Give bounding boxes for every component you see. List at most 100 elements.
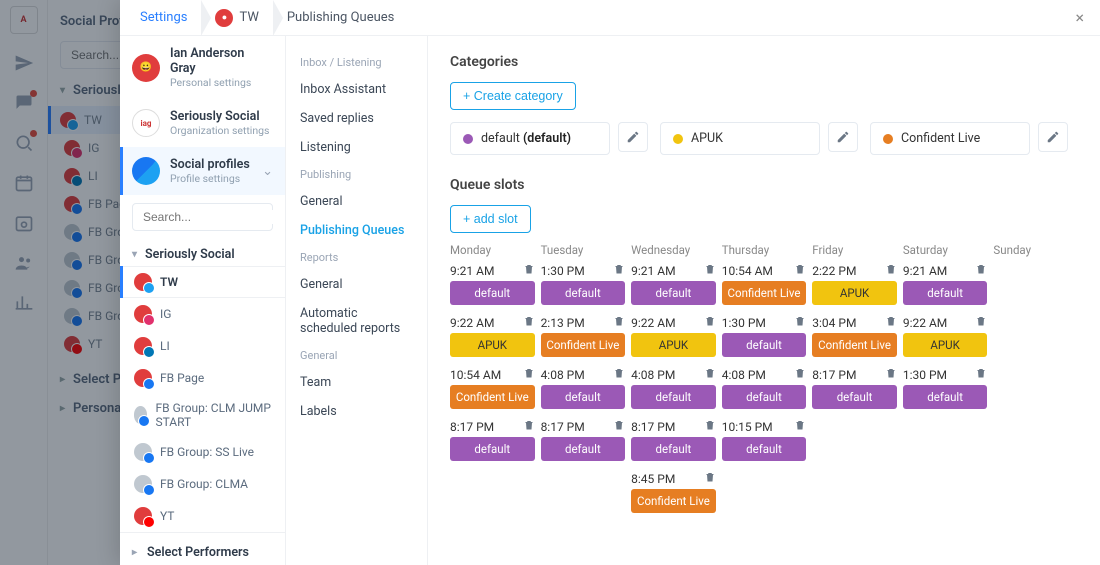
delete-slot-button[interactable] (704, 471, 716, 486)
delete-slot-button[interactable] (975, 315, 987, 330)
queue-slot[interactable]: 10:15 PMdefault (722, 419, 807, 461)
delete-slot-button[interactable] (885, 315, 897, 330)
queue-slot[interactable]: 9:21 AMdefault (450, 263, 535, 305)
profile-item-yt[interactable]: YT (120, 500, 285, 532)
slot-category-pill[interactable]: Confident Live (631, 489, 716, 513)
queue-slot[interactable]: 9:22 AMAPUK (631, 315, 716, 357)
delete-slot-button[interactable] (794, 419, 806, 434)
slot-category-pill[interactable]: default (631, 281, 716, 305)
subnav-item[interactable]: General (294, 187, 419, 216)
profile-item-fbg[interactable]: FB Group: CLM JUMP START (120, 394, 285, 436)
profiles-search[interactable] (132, 203, 273, 231)
category-chip[interactable]: APUK (660, 122, 820, 155)
profile-item-fb[interactable]: FB Page (120, 362, 285, 394)
settings-personal-row[interactable]: 😀 Ian Anderson Gray Personal settings (120, 36, 285, 99)
slot-category-pill[interactable]: APUK (812, 281, 897, 305)
close-icon[interactable]: × (1071, 4, 1088, 31)
delete-slot-button[interactable] (704, 367, 716, 382)
delete-slot-button[interactable] (885, 263, 897, 278)
profiles-group-toggle[interactable]: ▾Seriously Social (120, 239, 285, 266)
slot-category-pill[interactable]: APUK (903, 333, 988, 357)
delete-slot-button[interactable] (523, 367, 535, 382)
slot-category-pill[interactable]: default (541, 385, 626, 409)
slot-category-pill[interactable]: default (450, 281, 535, 305)
delete-slot-button[interactable] (704, 263, 716, 278)
delete-slot-button[interactable] (794, 263, 806, 278)
breadcrumb-profile[interactable]: ● TW (215, 0, 272, 35)
delete-slot-button[interactable] (704, 315, 716, 330)
queue-slot[interactable]: 9:22 AMAPUK (903, 315, 988, 357)
queue-slot[interactable]: 9:21 AMdefault (631, 263, 716, 305)
delete-slot-button[interactable] (885, 367, 897, 382)
delete-slot-button[interactable] (523, 315, 535, 330)
slot-category-pill[interactable]: default (631, 385, 716, 409)
edit-category-button[interactable] (828, 122, 858, 152)
queue-slot[interactable]: 4:08 PMdefault (722, 367, 807, 409)
slot-category-pill[interactable]: default (722, 437, 807, 461)
queue-slot[interactable]: 1:30 PMdefault (903, 367, 988, 409)
delete-slot-button[interactable] (794, 315, 806, 330)
subnav-item[interactable]: Saved replies (294, 104, 419, 133)
queue-slot[interactable]: 8:17 PMdefault (812, 367, 897, 409)
queue-slot[interactable]: 3:04 PMConfident Live (812, 315, 897, 357)
slot-category-pill[interactable]: default (541, 437, 626, 461)
slot-category-pill[interactable]: default (541, 281, 626, 305)
slot-category-pill[interactable]: Confident Live (722, 281, 807, 305)
slot-category-pill[interactable]: default (903, 385, 988, 409)
queue-slot[interactable]: 9:21 AMdefault (903, 263, 988, 305)
create-category-button[interactable]: + Create category (450, 82, 576, 110)
delete-slot-button[interactable] (794, 367, 806, 382)
slot-category-pill[interactable]: APUK (450, 333, 535, 357)
edit-category-button[interactable] (618, 122, 648, 152)
slot-category-pill[interactable]: Confident Live (541, 333, 626, 357)
delete-slot-button[interactable] (613, 315, 625, 330)
slot-category-pill[interactable]: default (631, 437, 716, 461)
select-performers-toggle[interactable]: ▸Select Performers (120, 532, 285, 565)
queue-slot[interactable]: 8:17 PMdefault (631, 419, 716, 461)
slot-category-pill[interactable]: Confident Live (450, 385, 535, 409)
queue-slot[interactable]: 10:54 AMConfident Live (450, 367, 535, 409)
slot-category-pill[interactable]: default (722, 385, 807, 409)
subnav-item[interactable]: Team (294, 368, 419, 397)
edit-category-button[interactable] (1038, 122, 1068, 152)
profile-item-fbg[interactable]: FB Group: SS Live (120, 436, 285, 468)
subnav-item[interactable]: Listening (294, 133, 419, 162)
category-chip[interactable]: default (default) (450, 122, 610, 155)
profile-item-ig[interactable]: IG (120, 298, 285, 330)
slot-category-pill[interactable]: Confident Live (812, 333, 897, 357)
slot-category-pill[interactable]: default (450, 437, 535, 461)
delete-slot-button[interactable] (975, 367, 987, 382)
queue-slot[interactable]: 9:22 AMAPUK (450, 315, 535, 357)
profile-item-li[interactable]: LI (120, 330, 285, 362)
delete-slot-button[interactable] (613, 263, 625, 278)
profile-item-tw[interactable]: TW (120, 266, 285, 298)
queue-slot[interactable]: 4:08 PMdefault (631, 367, 716, 409)
add-slot-button[interactable]: + add slot (450, 205, 531, 233)
delete-slot-button[interactable] (704, 419, 716, 434)
settings-social-profiles-row[interactable]: Social profiles Profile settings ⌄ (120, 147, 285, 195)
delete-slot-button[interactable] (523, 263, 535, 278)
queue-slot[interactable]: 8:17 PMdefault (450, 419, 535, 461)
delete-slot-button[interactable] (523, 419, 535, 434)
category-chip[interactable]: Confident Live (870, 122, 1030, 155)
profiles-search-input[interactable] (143, 210, 286, 224)
queue-slot[interactable]: 8:45 PMConfident Live (631, 471, 716, 513)
profile-item-fbg[interactable]: FB Group: CLMA (120, 468, 285, 500)
breadcrumb-settings[interactable]: Settings (140, 0, 201, 35)
delete-slot-button[interactable] (613, 367, 625, 382)
slot-category-pill[interactable]: default (903, 281, 988, 305)
slot-category-pill[interactable]: default (722, 333, 807, 357)
queue-slot[interactable]: 10:54 AMConfident Live (722, 263, 807, 305)
slot-category-pill[interactable]: default (812, 385, 897, 409)
subnav-item[interactable]: Automatic scheduled reports (294, 299, 419, 343)
slot-category-pill[interactable]: APUK (631, 333, 716, 357)
queue-slot[interactable]: 1:30 PMdefault (541, 263, 626, 305)
settings-org-row[interactable]: iag Seriously Social Organization settin… (120, 99, 285, 147)
queue-slot[interactable]: 8:17 PMdefault (541, 419, 626, 461)
delete-slot-button[interactable] (613, 419, 625, 434)
subnav-item[interactable]: General (294, 270, 419, 299)
queue-slot[interactable]: 4:08 PMdefault (541, 367, 626, 409)
queue-slot[interactable]: 1:30 PMdefault (722, 315, 807, 357)
subnav-item[interactable]: Labels (294, 397, 419, 426)
queue-slot[interactable]: 2:22 PMAPUK (812, 263, 897, 305)
